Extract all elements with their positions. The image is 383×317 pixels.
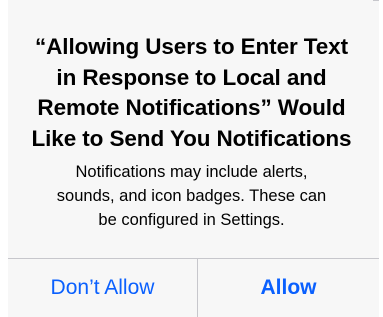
alert-message: Notifications may include alerts, sounds… — [0, 160, 383, 232]
dont-allow-button[interactable]: Don’t Allow — [8, 259, 197, 317]
alert-title: “Allowing Users to Enter Text in Respons… — [0, 32, 383, 154]
alert-message-line: Notifications may include alerts, — [75, 163, 308, 181]
alert-title-line: Remote Notifications” Would — [37, 95, 346, 120]
alert-message-line: be configured in Settings. — [98, 211, 285, 229]
alert-title-line: “Allowing Users to Enter Text — [35, 34, 348, 59]
alert-message-line: sounds, and icon badges. These can — [56, 187, 327, 205]
allow-button[interactable]: Allow — [198, 259, 379, 317]
alert-title-line: Like to Send You Notifications — [31, 125, 352, 151]
alert-right-margin — [379, 0, 383, 317]
notification-permission-alert: “Allowing Users to Enter Text in Respons… — [0, 0, 383, 317]
alert-left-margin — [0, 0, 8, 317]
alert-title-line: in Response to Local and — [56, 64, 327, 90]
